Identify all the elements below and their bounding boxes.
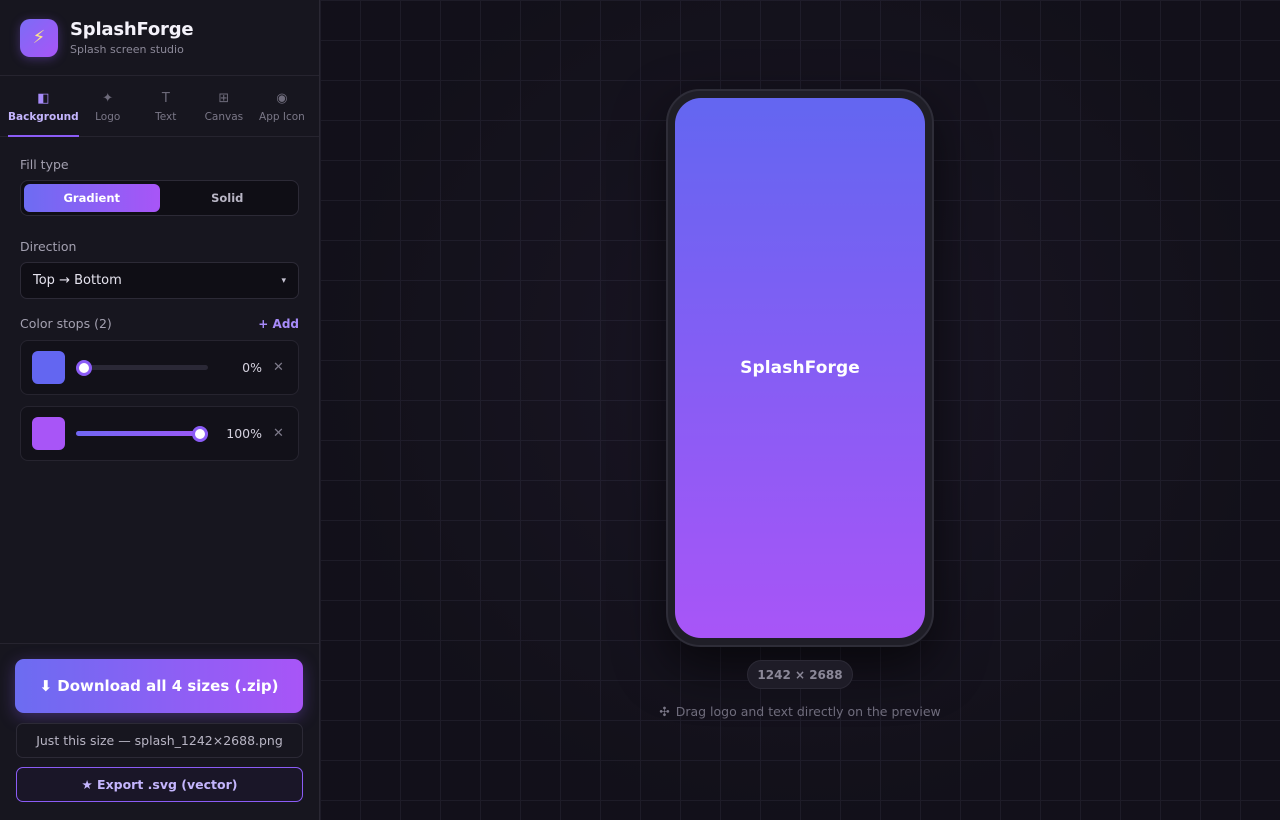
lightning-logo-icon: ⚡ bbox=[20, 18, 58, 57]
stop-position-slider[interactable] bbox=[76, 425, 208, 442]
hint-text: Drag logo and text directly on the previ… bbox=[675, 704, 941, 719]
direction-select[interactable]: Top → Bottom ▾ bbox=[20, 262, 299, 299]
export-footer: ⬇ Download all 4 sizes (.zip) Just this … bbox=[0, 643, 319, 820]
tab-background[interactable]: ◧ Background bbox=[8, 76, 79, 137]
sparkle-icon: ✦ bbox=[102, 90, 114, 106]
editor-tabs: ◧ Background ✦ Logo T Text ⊞ Canvas ◉ Ap… bbox=[0, 76, 319, 137]
color-stops-label: Color stops (2) bbox=[20, 316, 112, 331]
slider-thumb[interactable] bbox=[192, 425, 208, 442]
tab-label: Text bbox=[155, 110, 177, 123]
color-stop-row: 0% ✕ bbox=[20, 340, 299, 395]
sidebar: ⚡ SplashForge Splash screen studio ◧ Bac… bbox=[0, 0, 320, 820]
color-stop-row: 100% ✕ bbox=[20, 406, 299, 461]
export-svg-button[interactable]: ★ Export .svg (vector) bbox=[16, 767, 303, 802]
move-icon: ✣ bbox=[659, 704, 670, 719]
tab-logo[interactable]: ✦ Logo bbox=[79, 76, 137, 136]
preview-canvas: SplashForge 1242 × 2688 ✣ Drag logo and t… bbox=[320, 0, 1280, 820]
download-single-button[interactable]: Just this size — splash_1242×2688.png bbox=[16, 723, 303, 758]
close-icon[interactable]: ✕ bbox=[273, 426, 284, 441]
color-swatch[interactable] bbox=[32, 351, 65, 384]
color-swatch[interactable] bbox=[32, 417, 65, 450]
stop-position-value: 0% bbox=[242, 360, 262, 375]
background-icon: ◧ bbox=[37, 90, 50, 106]
tab-canvas[interactable]: ⊞ Canvas bbox=[195, 76, 253, 136]
app-subtitle: Splash screen studio bbox=[70, 43, 184, 56]
tab-text[interactable]: T Text bbox=[137, 76, 195, 136]
size-badge: 1242 × 2688 bbox=[747, 660, 853, 689]
slider-thumb[interactable] bbox=[76, 359, 92, 376]
brand-text: SplashForge Splash screen studio bbox=[70, 19, 194, 56]
direction-value: Top → Bottom bbox=[33, 273, 122, 288]
add-stop-button[interactable]: + Add bbox=[258, 317, 299, 331]
app-root: ⚡ SplashForge Splash screen studio ◧ Bac… bbox=[0, 0, 1280, 820]
chevron-down-icon: ▾ bbox=[281, 275, 286, 286]
tab-label: Background bbox=[8, 110, 79, 123]
tab-label: Logo bbox=[95, 110, 121, 123]
circle-target-icon: ◉ bbox=[276, 90, 288, 106]
solid-option[interactable]: Solid bbox=[160, 184, 296, 212]
gradient-option[interactable]: Gradient bbox=[24, 184, 160, 212]
tab-label: App Icon bbox=[259, 110, 305, 123]
direction-label: Direction bbox=[20, 239, 77, 254]
download-all-button[interactable]: ⬇ Download all 4 sizes (.zip) bbox=[15, 659, 303, 713]
stop-position-slider[interactable] bbox=[76, 359, 208, 376]
app-title: SplashForge bbox=[70, 19, 194, 40]
slider-fill bbox=[76, 431, 208, 436]
grid-icon: ⊞ bbox=[218, 90, 230, 106]
text-icon: T bbox=[161, 90, 170, 106]
splash-preview[interactable]: SplashForge bbox=[675, 98, 925, 638]
stop-position-value: 100% bbox=[226, 426, 262, 441]
phone-frame: SplashForge bbox=[666, 89, 934, 647]
fill-type-label: Fill type bbox=[20, 157, 69, 172]
color-stops-header: Color stops (2) + Add bbox=[20, 316, 299, 331]
background-panel: Fill type Gradient Solid Direction Top →… bbox=[0, 137, 319, 472]
tab-app-icon[interactable]: ◉ App Icon bbox=[253, 76, 311, 136]
close-icon[interactable]: ✕ bbox=[273, 360, 284, 375]
brand-header: ⚡ SplashForge Splash screen studio bbox=[0, 0, 319, 76]
splash-text[interactable]: SplashForge bbox=[740, 358, 860, 378]
drag-hint: ✣ Drag logo and text directly on the prev… bbox=[320, 704, 1280, 719]
tab-label: Canvas bbox=[204, 110, 244, 123]
fill-type-toggle: Gradient Solid bbox=[20, 180, 299, 216]
